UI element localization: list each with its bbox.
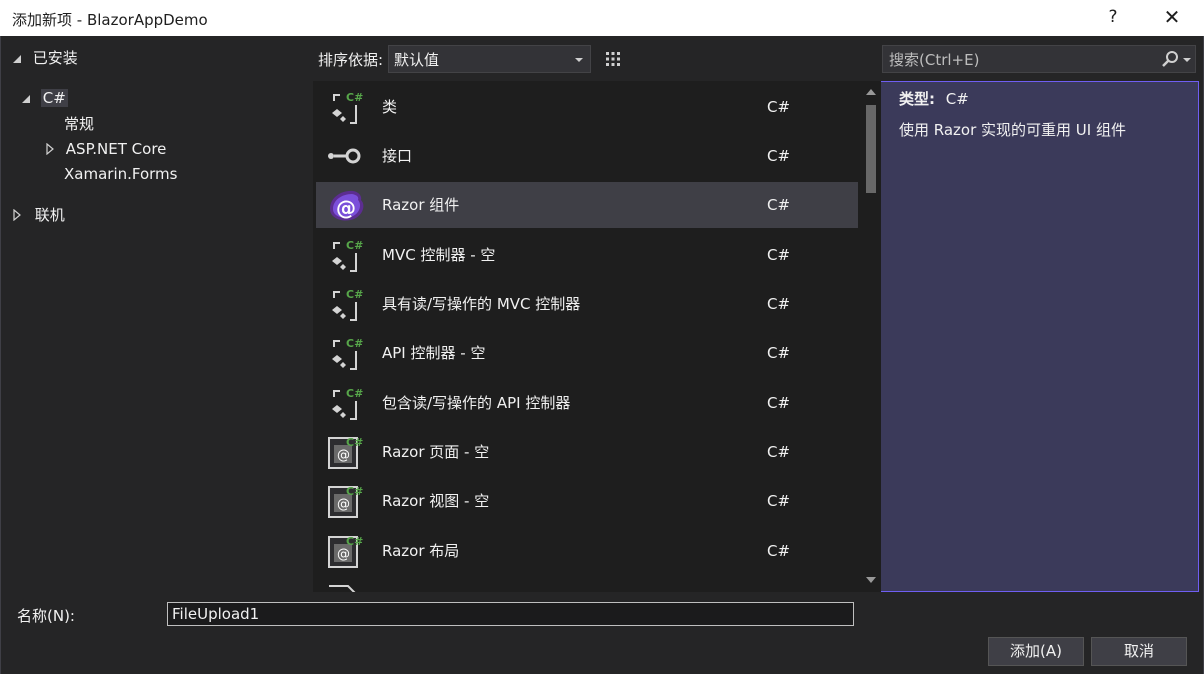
list-item[interactable]: C# MVC 控制器 - 空 C# [316, 232, 858, 278]
detail-type: 类型: C# [899, 88, 969, 109]
blazor-icon: @ [326, 187, 364, 223]
search-input[interactable] [887, 48, 1159, 72]
svg-text:C#: C# [346, 535, 363, 548]
item-language: C# [767, 147, 791, 165]
collapsed-arrow-icon [13, 208, 21, 222]
interface-icon [326, 138, 364, 174]
list-item[interactable]: @ C# Razor 视图 - 空 C# [316, 478, 858, 524]
item-name: Razor 视图 - 空 [382, 492, 490, 510]
class-icon: C# [326, 286, 364, 322]
chevron-down-icon [575, 58, 583, 62]
collapsed-arrow-icon [46, 142, 54, 156]
list-item-partial[interactable] [316, 577, 858, 592]
scroll-down-arrow-icon[interactable] [866, 577, 876, 583]
razor-file-icon: @ C# [326, 434, 364, 470]
item-name: Razor 组件 [382, 196, 460, 214]
list-item[interactable]: C# API 控制器 - 空 C# [316, 330, 858, 376]
list-item[interactable]: 接口 C# [316, 133, 858, 179]
item-language: C# [767, 443, 791, 461]
list-item-selected[interactable]: @ Razor 组件 C# [316, 182, 858, 228]
name-label: 名称(N): [17, 607, 75, 625]
grid-view-icon [606, 52, 620, 66]
svg-text:@: @ [337, 497, 350, 512]
svg-text:C#: C# [346, 436, 363, 449]
list-item[interactable]: C# 包含读/写操作的 API 控制器 C# [316, 380, 858, 426]
expanded-arrow-icon [13, 55, 21, 63]
svg-text:@: @ [337, 547, 350, 562]
item-language: C# [767, 492, 791, 510]
item-language: C# [767, 98, 791, 116]
search-box[interactable] [882, 45, 1196, 73]
tree-node-online[interactable]: 联机 [12, 203, 65, 227]
tree-node-aspnetcore[interactable]: ASP.NET Core [45, 137, 166, 161]
close-button[interactable]: ✕ [1160, 5, 1184, 29]
tree-node-csharp[interactable]: C# [21, 86, 68, 110]
sort-dropdown[interactable]: 默认值 [388, 45, 591, 73]
window-title: 添加新项 - BlazorAppDemo [12, 11, 208, 29]
list-item[interactable]: @ C# Razor 页面 - 空 C# [316, 429, 858, 475]
add-button[interactable]: 添加(A) [988, 637, 1084, 666]
window-border-left [0, 36, 1, 674]
svg-text:C#: C# [346, 91, 363, 104]
item-language: C# [767, 344, 791, 362]
item-name: 具有读/写操作的 MVC 控制器 [382, 295, 581, 313]
file-icon [326, 582, 364, 592]
expanded-arrow-icon [22, 95, 30, 103]
svg-text:C#: C# [346, 485, 363, 498]
tree-label-aspnetcore: ASP.NET Core [65, 140, 167, 158]
tree-node-general[interactable]: 常规 [64, 112, 94, 136]
svg-text:@: @ [336, 196, 356, 220]
sort-value: 默认值 [394, 51, 440, 69]
item-name: 包含读/写操作的 API 控制器 [382, 394, 571, 412]
item-name: MVC 控制器 - 空 [382, 246, 496, 264]
item-language: C# [767, 542, 791, 560]
tree-node-installed[interactable]: 已安装 [12, 46, 78, 70]
chevron-down-icon[interactable] [1183, 58, 1191, 62]
template-list[interactable]: C# 类 C# 接口 C# @ Razor 组件 C# C# MVC 控制器 -… [313, 81, 881, 592]
item-language: C# [767, 394, 791, 412]
item-language: C# [767, 246, 791, 264]
razor-file-icon: @ C# [326, 533, 364, 569]
scrollbar-thumb[interactable] [866, 105, 876, 193]
tree-label-xamarin: Xamarin.Forms [64, 165, 178, 183]
tree-label-general: 常规 [64, 115, 95, 133]
item-name: Razor 页面 - 空 [382, 443, 490, 461]
list-item[interactable]: @ C# Razor 布局 C# [316, 528, 858, 574]
svg-text:C#: C# [346, 337, 363, 350]
class-icon: C# [326, 237, 364, 273]
detail-description: 使用 Razor 实现的可重用 UI 组件 [899, 121, 1126, 139]
detail-type-label: 类型: [899, 90, 935, 108]
svg-text:C#: C# [346, 239, 363, 252]
class-icon: C# [326, 385, 364, 421]
tree-label-csharp: C# [40, 89, 68, 107]
svg-text:C#: C# [346, 288, 363, 301]
list-item[interactable]: C# 类 C# [316, 84, 858, 130]
razor-file-icon: @ C# [326, 483, 364, 519]
tree-label-installed: 已安装 [32, 49, 78, 67]
item-name: Razor 布局 [382, 542, 460, 560]
cancel-button[interactable]: 取消 [1091, 637, 1187, 666]
search-icon[interactable] [1161, 50, 1179, 72]
sort-label: 排序依据: [318, 51, 384, 69]
list-item[interactable]: C# 具有读/写操作的 MVC 控制器 C# [316, 281, 858, 327]
item-name: API 控制器 - 空 [382, 344, 486, 362]
item-language: C# [767, 196, 791, 214]
item-name: 接口 [382, 147, 413, 165]
tree-label-online: 联机 [34, 206, 65, 224]
name-input[interactable] [167, 602, 854, 626]
help-button[interactable]: ? [1103, 7, 1123, 27]
item-language: C# [767, 295, 791, 313]
svg-text:@: @ [337, 448, 350, 463]
scroll-up-arrow-icon[interactable] [866, 89, 876, 95]
grid-view-button[interactable] [599, 45, 627, 73]
item-name: 类 [382, 98, 398, 116]
class-icon: C# [326, 335, 364, 371]
tree-node-xamarin[interactable]: Xamarin.Forms [64, 162, 177, 186]
title-bar: 添加新项 - BlazorAppDemo ? ✕ [0, 0, 1204, 36]
class-icon: C# [326, 89, 364, 125]
detail-type-value: C# [945, 90, 969, 108]
svg-text:C#: C# [346, 387, 363, 400]
